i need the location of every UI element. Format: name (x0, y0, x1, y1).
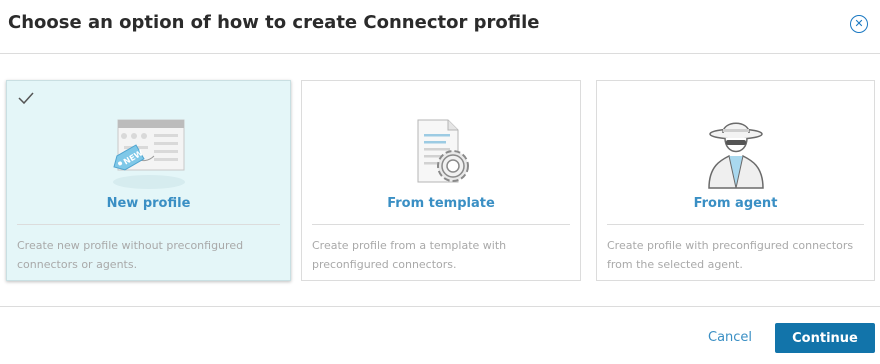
option-card-from-agent[interactable]: From agent Create profile with preconfig… (596, 80, 875, 281)
option-description: Create profile from a template with prec… (312, 239, 507, 271)
close-icon[interactable]: ✕ (850, 15, 868, 33)
option-card-from-template[interactable]: From template Create profile from a temp… (301, 80, 581, 281)
divider (607, 224, 864, 225)
new-profile-icon: NEW (112, 119, 185, 189)
option-description: Create new profile without preconfigured… (17, 239, 244, 271)
option-label: From agent (693, 196, 778, 211)
option-card-new-profile[interactable]: NEW New profile Create new profile witho… (6, 80, 291, 281)
continue-button[interactable]: Continue (775, 323, 875, 353)
option-label: New profile (106, 196, 191, 211)
option-description: Create profile with preconfigured connec… (607, 239, 854, 271)
dialog-header: Choose an option of how to create Connec… (0, 0, 880, 54)
checkmark-icon (18, 92, 34, 105)
footer-divider (0, 306, 880, 307)
cancel-button[interactable]: Cancel (708, 330, 752, 345)
dialog-title: Choose an option of how to create Connec… (8, 12, 540, 33)
option-label: From template (387, 196, 495, 211)
divider (312, 224, 570, 225)
divider (17, 224, 280, 225)
agent-spy-icon (707, 122, 764, 189)
template-gear-icon (417, 119, 469, 183)
